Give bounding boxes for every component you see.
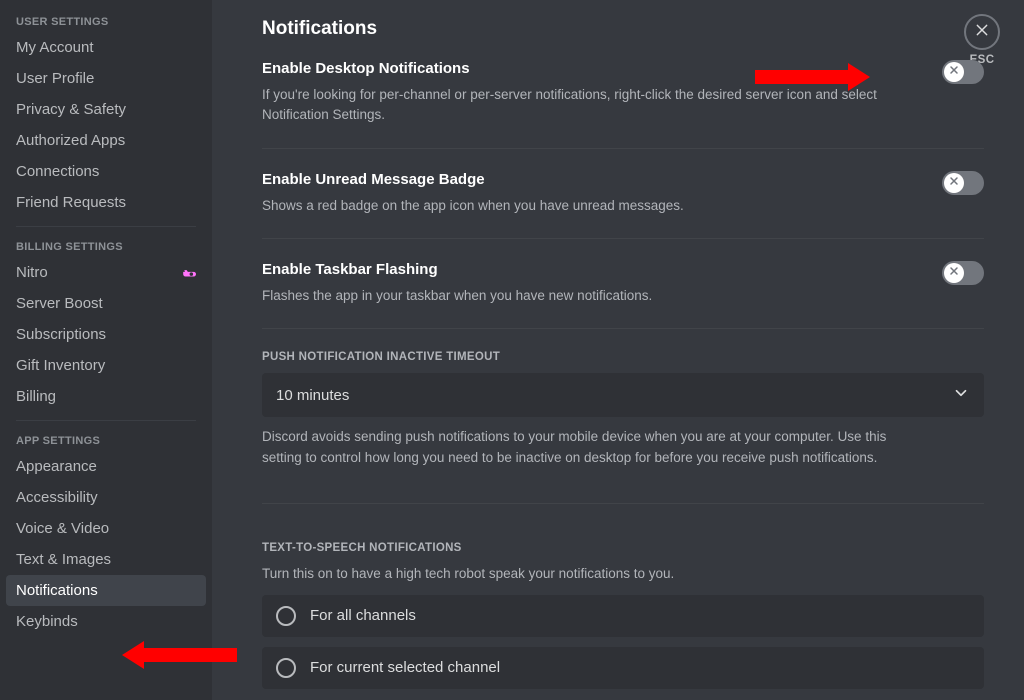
toggle-off-icon [948, 63, 960, 81]
push-timeout-dropdown[interactable]: 10 minutes [262, 373, 984, 417]
toggle-knob [944, 263, 964, 283]
push-timeout-description: Discord avoids sending push notification… [262, 427, 922, 469]
setting-push-timeout: PUSH NOTIFICATION INACTIVE TIMEOUT 10 mi… [262, 351, 984, 504]
radio-icon [276, 606, 296, 626]
sidebar-section-header-user: USER SETTINGS [6, 10, 206, 32]
settings-sidebar: USER SETTINGS My Account User Profile Pr… [0, 0, 212, 700]
sidebar-item-appearance[interactable]: Appearance [6, 451, 206, 482]
setting-unread-badge: Enable Unread Message Badge Shows a red … [262, 171, 984, 239]
sidebar-item-subscriptions[interactable]: Subscriptions [6, 319, 206, 350]
sidebar-item-label: Subscriptions [16, 326, 106, 343]
toggle-off-icon [948, 174, 960, 192]
sidebar-item-user-profile[interactable]: User Profile [6, 63, 206, 94]
sidebar-item-nitro[interactable]: Nitro [6, 257, 206, 288]
radio-icon [276, 658, 296, 678]
close-icon [974, 22, 990, 43]
sidebar-item-label: Voice & Video [16, 520, 109, 537]
nitro-icon [182, 266, 196, 280]
sidebar-item-notifications[interactable]: Notifications [6, 575, 206, 606]
radio-label: For current selected channel [310, 659, 500, 676]
sidebar-item-label: Authorized Apps [16, 132, 125, 149]
sidebar-item-label: Server Boost [16, 295, 103, 312]
sidebar-item-label: Nitro [16, 264, 48, 281]
sidebar-item-label: Connections [16, 163, 99, 180]
sidebar-item-label: Keybinds [16, 613, 78, 630]
close-area: ESC [964, 14, 1000, 66]
setting-tts: TEXT-TO-SPEECH NOTIFICATIONS Turn this o… [262, 526, 984, 700]
sidebar-item-gift-inventory[interactable]: Gift Inventory [6, 350, 206, 381]
setting-description: If you're looking for per-channel or per… [262, 85, 922, 126]
dropdown-value: 10 minutes [276, 387, 349, 404]
sidebar-item-privacy-safety[interactable]: Privacy & Safety [6, 94, 206, 125]
setting-description: Shows a red badge on the app icon when y… [262, 196, 684, 216]
tts-option-current-channel[interactable]: For current selected channel [262, 647, 984, 689]
tts-header: TEXT-TO-SPEECH NOTIFICATIONS [262, 542, 984, 554]
tts-radio-group: For all channels For current selected ch… [262, 595, 984, 689]
sidebar-item-accessibility[interactable]: Accessibility [6, 482, 206, 513]
sidebar-item-billing[interactable]: Billing [6, 381, 206, 412]
sidebar-item-label: Friend Requests [16, 194, 126, 211]
setting-title: Enable Desktop Notifications [262, 60, 922, 77]
toggle-unread-badge[interactable] [942, 171, 984, 195]
sidebar-item-label: Gift Inventory [16, 357, 105, 374]
sidebar-item-text-images[interactable]: Text & Images [6, 544, 206, 575]
settings-content: ESC Notifications Enable Desktop Notific… [212, 0, 1024, 700]
sidebar-item-label: My Account [16, 39, 94, 56]
sidebar-item-label: Privacy & Safety [16, 101, 126, 118]
toggle-off-icon [948, 264, 960, 282]
sidebar-item-label: Accessibility [16, 489, 98, 506]
sidebar-item-label: User Profile [16, 70, 94, 87]
sidebar-divider [16, 226, 196, 227]
close-button[interactable] [964, 14, 1000, 50]
sidebar-section-header-billing: BILLING SETTINGS [6, 235, 206, 257]
sidebar-item-voice-video[interactable]: Voice & Video [6, 513, 206, 544]
setting-description: Flashes the app in your taskbar when you… [262, 286, 652, 306]
sidebar-item-label: Text & Images [16, 551, 111, 568]
sidebar-item-keybinds[interactable]: Keybinds [6, 606, 206, 637]
sidebar-item-connections[interactable]: Connections [6, 156, 206, 187]
sidebar-divider [16, 420, 196, 421]
setting-title: Enable Unread Message Badge [262, 171, 684, 188]
setting-taskbar-flashing: Enable Taskbar Flashing Flashes the app … [262, 261, 984, 329]
toggle-knob [944, 62, 964, 82]
sidebar-item-server-boost[interactable]: Server Boost [6, 288, 206, 319]
radio-label: For all channels [310, 607, 416, 624]
toggle-desktop-notifications[interactable] [942, 60, 984, 84]
toggle-taskbar-flashing[interactable] [942, 261, 984, 285]
sidebar-item-friend-requests[interactable]: Friend Requests [6, 187, 206, 218]
tts-description: Turn this on to have a high tech robot s… [262, 564, 922, 585]
chevron-down-icon [952, 384, 970, 406]
sidebar-item-label: Billing [16, 388, 56, 405]
sidebar-item-label: Notifications [16, 582, 98, 599]
sidebar-item-authorized-apps[interactable]: Authorized Apps [6, 125, 206, 156]
sidebar-item-my-account[interactable]: My Account [6, 32, 206, 63]
tts-option-all-channels[interactable]: For all channels [262, 595, 984, 637]
setting-title: Enable Taskbar Flashing [262, 261, 652, 278]
toggle-knob [944, 173, 964, 193]
sidebar-item-label: Appearance [16, 458, 97, 475]
setting-desktop-notifications: Enable Desktop Notifications If you're l… [262, 60, 984, 149]
page-title: Notifications [262, 18, 984, 40]
push-timeout-header: PUSH NOTIFICATION INACTIVE TIMEOUT [262, 351, 984, 363]
sidebar-section-header-app: APP SETTINGS [6, 429, 206, 451]
